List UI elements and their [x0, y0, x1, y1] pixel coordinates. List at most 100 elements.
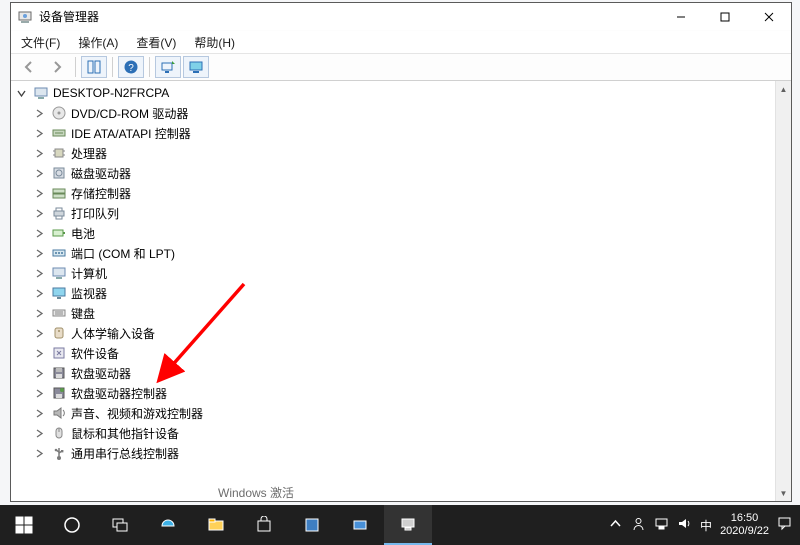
floppyctl-icon [51, 385, 67, 401]
tree-item-label: 电池 [71, 225, 95, 242]
time-label: 16:50 [720, 512, 769, 525]
expander-icon[interactable] [31, 109, 47, 118]
device-tree[interactable]: DESKTOP-N2FRCPA DVD/CD-ROM 驱动器IDE ATA/ATA… [11, 81, 775, 501]
start-button[interactable] [0, 505, 48, 545]
expander-icon[interactable] [31, 209, 47, 218]
maximize-button[interactable] [703, 3, 747, 31]
tree-item-label: 软盘驱动器控制器 [71, 385, 167, 402]
expander-icon[interactable] [13, 89, 29, 98]
scroll-up-button[interactable]: ▲ [776, 81, 791, 97]
tree-root[interactable]: DESKTOP-N2FRCPA [11, 83, 775, 103]
app1-icon[interactable] [288, 505, 336, 545]
file-explorer-icon[interactable] [192, 505, 240, 545]
tree-item[interactable]: 存储控制器 [11, 183, 775, 203]
tree-root-label: DESKTOP-N2FRCPA [53, 86, 169, 100]
tree-item[interactable]: 软件设备 [11, 343, 775, 363]
menu-help[interactable]: 帮助(H) [190, 33, 239, 52]
minimize-button[interactable] [659, 3, 703, 31]
app-icon [17, 9, 33, 25]
expander-icon[interactable] [31, 409, 47, 418]
scroll-down-button[interactable]: ▼ [776, 485, 791, 501]
tree-item[interactable]: 电池 [11, 223, 775, 243]
tree-item[interactable]: 监视器 [11, 283, 775, 303]
date-label: 2020/9/22 [720, 525, 769, 538]
network-icon[interactable] [654, 516, 669, 534]
tree-item-label: 键盘 [71, 305, 95, 322]
mouse-icon [51, 425, 67, 441]
ime-indicator[interactable]: 中 [700, 517, 712, 534]
disk-icon [51, 165, 67, 181]
battery-icon [51, 225, 67, 241]
tree-item-label: 通用串行总线控制器 [71, 445, 179, 462]
tray-chevron-icon[interactable] [608, 516, 623, 534]
tree-item-label: 处理器 [71, 145, 107, 162]
edge-icon[interactable] [144, 505, 192, 545]
scan-hardware-button[interactable] [155, 56, 181, 78]
tree-item-label: 软盘驱动器 [71, 365, 131, 382]
expander-icon[interactable] [31, 169, 47, 178]
tree-item[interactable]: 人体学输入设备 [11, 323, 775, 343]
tree-item[interactable]: 磁盘驱动器 [11, 163, 775, 183]
expander-icon[interactable] [31, 269, 47, 278]
tree-item[interactable]: 声音、视频和游戏控制器 [11, 403, 775, 423]
floppy-icon [51, 365, 67, 381]
expander-icon[interactable] [31, 389, 47, 398]
svg-text:?: ? [128, 63, 134, 74]
titlebar[interactable]: 设备管理器 [11, 3, 791, 31]
menu-action[interactable]: 操作(A) [74, 33, 122, 52]
tree-item[interactable]: DVD/CD-ROM 驱动器 [11, 103, 775, 123]
clock[interactable]: 16:50 2020/9/22 [720, 512, 769, 537]
expander-icon[interactable] [31, 289, 47, 298]
printer-icon [51, 205, 67, 221]
tree-item-label: 打印队列 [71, 205, 119, 222]
monitor-icon [51, 285, 67, 301]
store-icon[interactable] [240, 505, 288, 545]
menu-file[interactable]: 文件(F) [17, 33, 64, 52]
tree-item-label: 计算机 [71, 265, 107, 282]
system-tray[interactable]: 中 16:50 2020/9/22 [600, 512, 800, 537]
vertical-scrollbar[interactable]: ▲ ▼ [775, 81, 791, 501]
back-button[interactable] [16, 56, 42, 78]
expander-icon[interactable] [31, 329, 47, 338]
toolbar: ? [11, 53, 791, 81]
tree-item-label: 监视器 [71, 285, 107, 302]
expander-icon[interactable] [31, 149, 47, 158]
expander-icon[interactable] [31, 449, 47, 458]
volume-icon[interactable] [677, 516, 692, 534]
details-button[interactable] [81, 56, 107, 78]
expander-icon[interactable] [31, 129, 47, 138]
tree-item[interactable]: 端口 (COM 和 LPT) [11, 243, 775, 263]
computer-icon [33, 85, 49, 101]
tree-item[interactable]: 鼠标和其他指针设备 [11, 423, 775, 443]
ide-icon [51, 125, 67, 141]
menu-view[interactable]: 查看(V) [132, 33, 180, 52]
close-button[interactable] [747, 3, 791, 31]
tree-item[interactable]: 打印队列 [11, 203, 775, 223]
tree-item[interactable]: 软盘驱动器控制器 [11, 383, 775, 403]
people-icon[interactable] [631, 516, 646, 534]
expander-icon[interactable] [31, 229, 47, 238]
monitor-button[interactable] [183, 56, 209, 78]
tree-item[interactable]: 计算机 [11, 263, 775, 283]
taskbar[interactable]: 中 16:50 2020/9/22 [0, 505, 800, 545]
notifications-icon[interactable] [777, 516, 792, 534]
cortana-button[interactable] [48, 505, 96, 545]
tree-item[interactable]: 软盘驱动器 [11, 363, 775, 383]
app2-icon[interactable] [336, 505, 384, 545]
expander-icon[interactable] [31, 369, 47, 378]
tree-item[interactable]: IDE ATA/ATAPI 控制器 [11, 123, 775, 143]
tree-item[interactable]: 通用串行总线控制器 [11, 443, 775, 463]
expander-icon[interactable] [31, 249, 47, 258]
tree-item-label: 磁盘驱动器 [71, 165, 131, 182]
forward-button[interactable] [44, 56, 70, 78]
tree-item-label: 端口 (COM 和 LPT) [71, 245, 175, 262]
task-view-button[interactable] [96, 505, 144, 545]
device-manager-taskbar-icon[interactable] [384, 505, 432, 545]
tree-item[interactable]: 键盘 [11, 303, 775, 323]
expander-icon[interactable] [31, 189, 47, 198]
help-button[interactable]: ? [118, 56, 144, 78]
expander-icon[interactable] [31, 429, 47, 438]
expander-icon[interactable] [31, 349, 47, 358]
tree-item[interactable]: 处理器 [11, 143, 775, 163]
expander-icon[interactable] [31, 309, 47, 318]
